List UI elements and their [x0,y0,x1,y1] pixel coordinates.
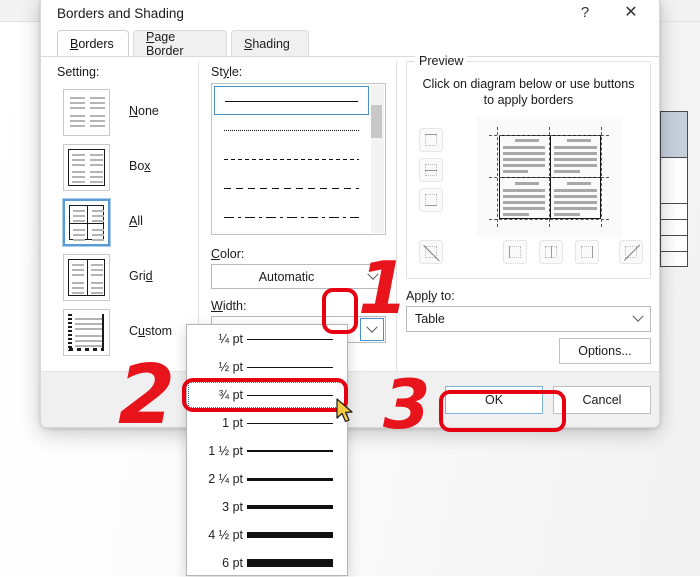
annotation-ring-2 [182,378,348,412]
preview-group: Preview Click on diagram below or use bu… [406,54,651,279]
border-vertical-inside-button[interactable] [539,240,563,264]
diagonal-down-button[interactable] [419,240,443,264]
style-option-dash-dot[interactable] [214,202,369,231]
setting-all-icon [62,198,111,247]
preview-hint-line1: Click on diagram below or use buttons [422,77,635,91]
preview-column: Preview Click on diagram below or use bu… [406,54,651,366]
preview-hint: Click on diagram below or use buttons to… [415,76,642,108]
border-left-button[interactable] [503,240,527,264]
annotation-ring-1 [322,288,358,334]
width-option-5[interactable]: 2 ¼ pt [187,465,347,493]
preview-stage [415,116,642,238]
annotation-ring-3 [439,390,566,432]
apply-to-combobox[interactable]: Table [406,306,651,332]
width-option-8[interactable]: 6 pt [187,549,347,577]
setting-none-icon [63,89,110,136]
diagonal-up-button[interactable] [619,240,643,264]
setting-grid-icon [63,254,110,301]
style-label: Style: [211,65,243,79]
tab-page-border[interactable]: Page Border [133,30,227,58]
style-listbox[interactable] [211,83,386,235]
width-option-5-label: 2 ¼ pt [208,472,243,486]
width-option-6[interactable]: 3 pt [187,493,347,521]
width-option-6-label: 3 pt [222,500,243,514]
setting-item-grid[interactable]: Grid [57,252,193,303]
width-option-1-label: ½ pt [218,360,243,374]
tab-bar: Borders Page Border Shading [41,30,659,58]
style-list-scrollbar[interactable] [371,85,384,233]
border-top-button[interactable] [419,128,443,152]
style-list-scroll-thumb[interactable] [371,105,382,138]
annotation-number-1: 1 [358,246,409,330]
width-option-3[interactable]: 1 pt [187,409,347,437]
tab-borders-label-rest: orders [78,37,114,51]
preview-diagram[interactable] [477,117,622,237]
style-option-solid[interactable] [214,86,369,115]
width-option-7[interactable]: 4 ½ pt [187,521,347,549]
help-icon[interactable]: ? [563,0,607,27]
apply-to-label: Apply to: [406,289,455,303]
setting-custom-icon [63,309,110,356]
tab-borders[interactable]: Borders [57,30,129,57]
width-option-0-label: ¼ pt [218,332,243,346]
width-option-7-label: 4 ½ pt [208,528,243,542]
setting-item-box[interactable]: Box [57,142,193,193]
preview-side-buttons [419,128,443,218]
annotation-number-2: 2 [118,348,176,443]
setting-custom-label: Custom [129,324,173,338]
style-option-dotted[interactable] [214,115,369,144]
preview-label: Preview [415,54,468,68]
preview-bottom-buttons [415,240,643,270]
background-table-right [660,111,688,267]
setting-item-all[interactable]: All [57,197,193,248]
mouse-cursor [336,398,353,423]
setting-grid-label: Grid [129,269,153,283]
setting-all-label: All [129,214,143,228]
setting-label: Setting: [57,65,100,79]
setting-none-label: None [129,104,159,118]
style-option-dashed-medium[interactable] [214,173,369,202]
annotation-number-3: 3 [383,366,431,445]
border-horizontal-inside-button[interactable] [419,158,443,182]
apply-to-value: Table [415,312,445,326]
setting-column: Setting: None Box All Grid Custom [57,65,193,362]
color-value: Automatic [258,269,315,284]
style-option-dashed-small[interactable] [214,144,369,173]
dialog-title: Borders and Shading [57,6,184,21]
options-button[interactable]: Options... [559,338,651,364]
dialog-title-bar: Borders and Shading ? ✕ [41,0,659,33]
border-right-button[interactable] [575,240,599,264]
preview-hint-line2: to apply borders [483,93,574,107]
width-dropdown-list[interactable]: ¼ pt ½ pt ¾ pt 1 pt 1 ½ pt 2 ¼ pt 3 pt 4… [186,324,348,576]
width-option-4[interactable]: 1 ½ pt [187,437,347,465]
setting-item-none[interactable]: None [57,87,193,138]
width-option-8-label: 6 pt [222,556,243,570]
chevron-down-icon-apply[interactable] [626,307,650,331]
tab-shading-label-rest: hading [252,37,290,51]
setting-box-icon [63,144,110,191]
tab-shading[interactable]: Shading [231,30,309,57]
cancel-button[interactable]: Cancel [553,386,651,414]
setting-box-label: Box [129,159,151,173]
border-bottom-button[interactable] [419,188,443,212]
width-option-1[interactable]: ½ pt [187,353,347,381]
width-option-4-label: 1 ½ pt [208,444,243,458]
close-icon[interactable]: ✕ [609,0,653,27]
width-option-3-label: 1 pt [222,416,243,430]
